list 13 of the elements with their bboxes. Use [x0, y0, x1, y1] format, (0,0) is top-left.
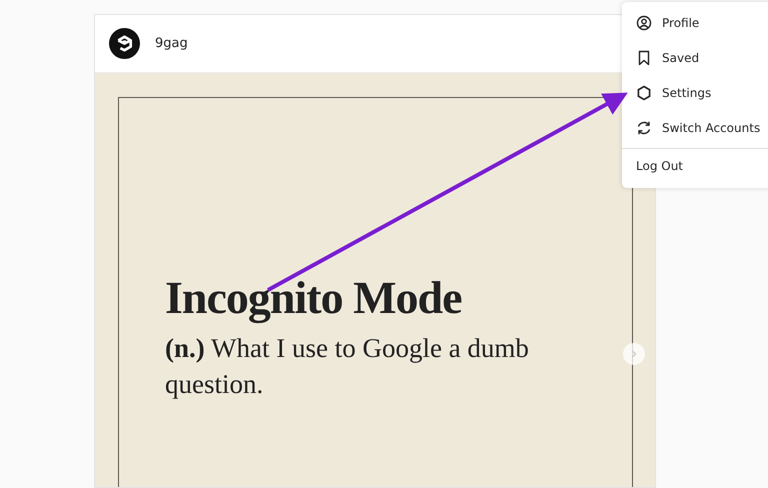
profile-icon: [636, 14, 652, 30]
username[interactable]: 9gag: [155, 36, 188, 51]
settings-icon: [636, 84, 652, 100]
menu-item[interactable]: Profile: [622, 5, 768, 40]
image-title: Incognito Mode: [165, 272, 462, 324]
bookmark-icon: [636, 50, 652, 66]
switch-icon: [636, 120, 652, 136]
menu-item[interactable]: Settings: [622, 75, 768, 110]
image-definition: (n.) What I use to Google a dumb question.: [165, 332, 530, 401]
menu-item[interactable]: Log Out: [622, 149, 768, 183]
avatar-icon[interactable]: [109, 28, 140, 59]
menu-item[interactable]: Switch Accounts: [622, 110, 768, 145]
menu-item[interactable]: Saved: [622, 40, 768, 75]
